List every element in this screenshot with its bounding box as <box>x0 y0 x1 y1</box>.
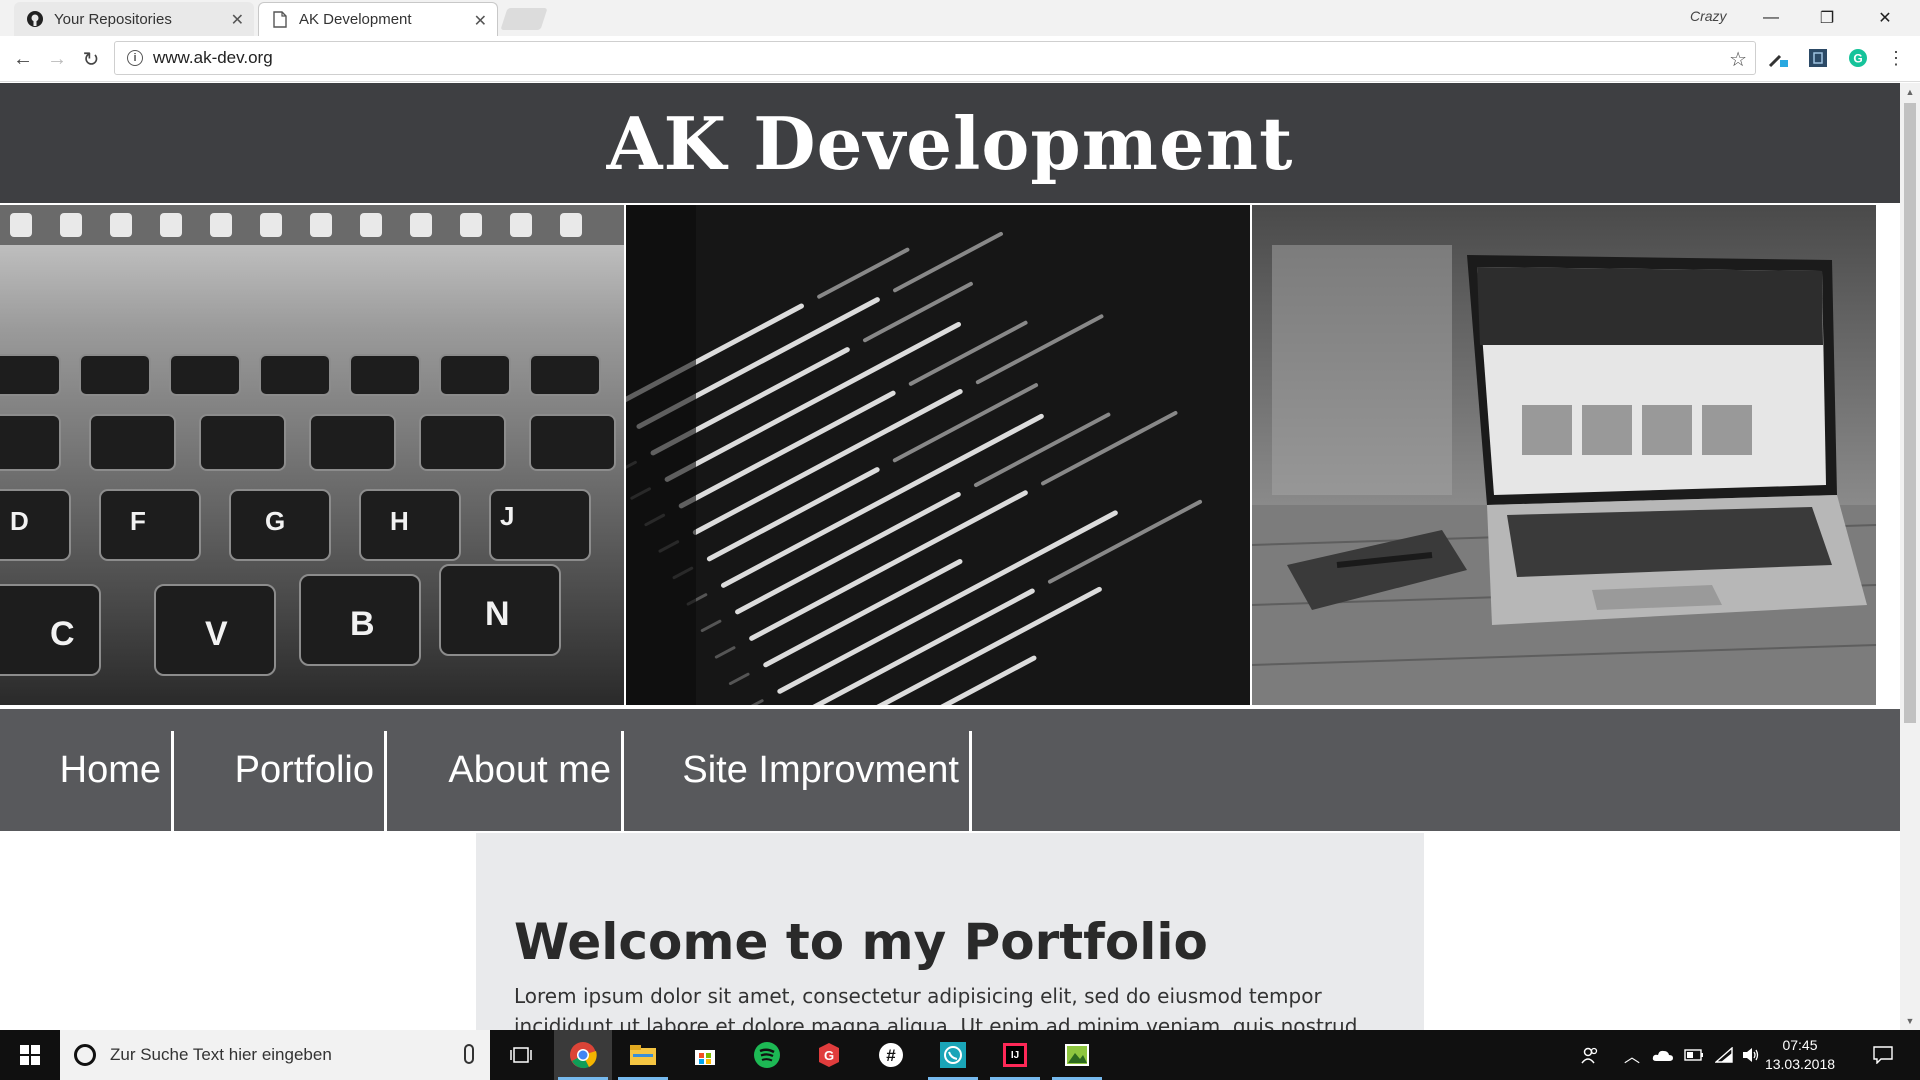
scrollbar-thumb[interactable] <box>1904 103 1916 723</box>
nav-portfolio-link[interactable]: Portfolio <box>174 731 387 831</box>
task-view-icon[interactable] <box>492 1030 550 1080</box>
new-tab-button[interactable] <box>500 8 548 30</box>
laptop-photo <box>1252 205 1876 705</box>
tab-your-repositories[interactable]: Your Repositories ✕ <box>14 2 254 36</box>
file-explorer-icon[interactable] <box>614 1030 672 1080</box>
nav-about-link[interactable]: About me <box>387 731 624 831</box>
github-icon <box>26 10 44 28</box>
spotify-icon[interactable] <box>738 1030 796 1080</box>
profile-name[interactable]: Crazy <box>1690 8 1727 24</box>
eyedropper-extension-icon[interactable] <box>1766 46 1790 70</box>
forward-icon[interactable]: → <box>42 44 72 74</box>
svg-text:G: G <box>265 506 285 536</box>
browser-tab-bar: Your Repositories ✕ AK Development ✕ Cra… <box>0 0 1920 36</box>
welcome-heading: Welcome to my Portfolio <box>514 913 1208 971</box>
clock-date: 13.03.2018 <box>1764 1056 1836 1072</box>
minimize-icon[interactable]: ― <box>1748 4 1794 32</box>
intellij-icon[interactable]: IJ <box>986 1030 1044 1080</box>
svg-text:H: H <box>390 506 409 536</box>
svg-text:J: J <box>500 501 514 531</box>
menu-kebab-icon[interactable]: ⋮ <box>1884 46 1908 70</box>
clock-time: 07:45 <box>1782 1037 1818 1053</box>
grammarly-extension-icon[interactable]: G <box>1846 46 1870 70</box>
image-gallery: F G H J C V B N D <box>0 205 1900 705</box>
nav-home-link[interactable]: Home <box>0 731 174 831</box>
site-title: AK Development <box>606 100 1294 186</box>
page-viewport: AK Development F G H J C V B N D Home Po… <box>0 83 1900 1030</box>
close-tab-icon[interactable]: ✕ <box>231 10 244 30</box>
svg-text:V: V <box>205 615 228 653</box>
url-text[interactable]: www.ak-dev.org <box>153 48 273 68</box>
search-placeholder: Zur Suche Text hier eingeben <box>110 1045 332 1064</box>
nav-site-improvement-link[interactable]: Site Improvment <box>624 731 972 831</box>
microphone-icon[interactable] <box>464 1044 474 1064</box>
welcome-paragraph: Lorem ipsum dolor sit amet, consectetur … <box>514 984 1358 1030</box>
page-scrollbar[interactable]: ▲ ▼ <box>1900 83 1920 1030</box>
scroll-up-icon[interactable]: ▲ <box>1900 83 1920 101</box>
back-icon[interactable]: ← <box>8 44 38 74</box>
extension-icon[interactable] <box>1806 46 1830 70</box>
svg-text:D: D <box>10 506 29 536</box>
svg-text:F: F <box>130 506 146 536</box>
windows-taskbar: Zur Suche Text hier eingeben G # IJ ︿ 07… <box>0 1030 1920 1080</box>
info-icon[interactable]: i <box>127 50 143 66</box>
close-window-icon[interactable]: ✕ <box>1862 4 1908 32</box>
wifi-icon[interactable] <box>1710 1030 1738 1080</box>
welcome-card: Welcome to my Portfolio Lorem ipsum dolo… <box>476 833 1424 1030</box>
cortana-icon <box>74 1044 96 1066</box>
svg-text:C: C <box>50 615 75 653</box>
restore-icon[interactable]: ❐ <box>1804 4 1850 32</box>
chrome-icon[interactable] <box>554 1030 612 1080</box>
close-tab-icon[interactable]: ✕ <box>474 11 487 31</box>
notifications-icon[interactable] <box>1860 1030 1906 1080</box>
store-icon[interactable] <box>676 1030 734 1080</box>
chevron-up-icon[interactable]: ︿ <box>1618 1030 1646 1080</box>
svg-text:B: B <box>350 605 375 643</box>
grammarly-icon[interactable]: G <box>800 1030 858 1080</box>
address-bar[interactable]: i www.ak-dev.org ☆ <box>114 41 1756 75</box>
site-navigation: Home Portfolio About me Site Improvment <box>0 709 1900 831</box>
reload-icon[interactable]: ↻ <box>76 44 106 74</box>
site-header: AK Development <box>0 83 1900 203</box>
tab-title: AK Development <box>299 11 412 28</box>
scroll-down-icon[interactable]: ▼ <box>1900 1012 1920 1030</box>
onedrive-icon[interactable] <box>1648 1030 1678 1080</box>
taskbar-search-input[interactable]: Zur Suche Text hier eingeben <box>60 1030 490 1080</box>
svg-text:G: G <box>824 1048 834 1063</box>
taskbar-clock[interactable]: 07:45 13.03.2018 <box>1760 1036 1840 1074</box>
whatsapp-icon[interactable] <box>924 1030 982 1080</box>
page-icon <box>271 11 289 29</box>
svg-text:N: N <box>485 595 510 633</box>
slack-icon[interactable]: # <box>862 1030 920 1080</box>
code-photo <box>626 205 1250 705</box>
tab-ak-development[interactable]: AK Development ✕ <box>258 2 498 36</box>
svg-text:G: G <box>1853 52 1862 66</box>
battery-icon[interactable] <box>1680 1030 1708 1080</box>
people-icon[interactable] <box>1572 1030 1608 1080</box>
svg-text:#: # <box>886 1046 896 1065</box>
svg-text:IJ: IJ <box>1011 1050 1019 1061</box>
image-viewer-icon[interactable] <box>1048 1030 1106 1080</box>
windows-start-icon[interactable] <box>0 1030 60 1080</box>
browser-toolbar: ← → ↻ i www.ak-dev.org ☆ G ⋮ <box>0 36 1920 82</box>
bookmark-star-icon[interactable]: ☆ <box>1729 47 1747 72</box>
tab-title: Your Repositories <box>54 10 172 28</box>
keyboard-photo: F G H J C V B N D <box>0 205 624 705</box>
